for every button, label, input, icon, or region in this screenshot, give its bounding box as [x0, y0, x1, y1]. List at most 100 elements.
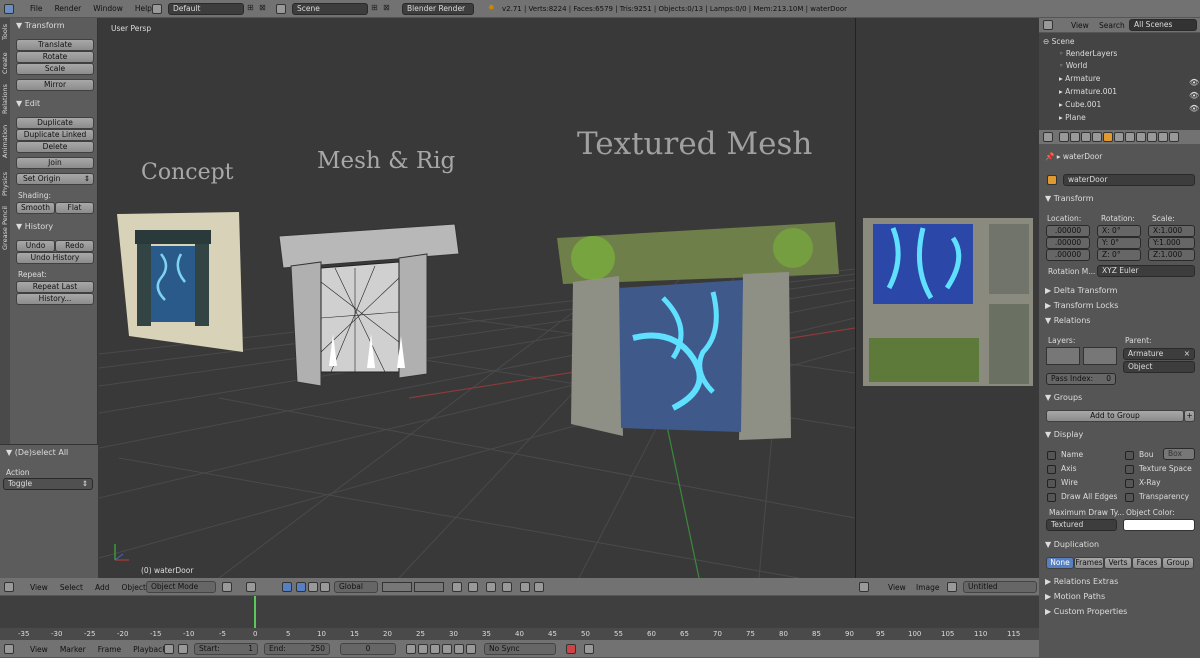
operator-header[interactable]: ▼ (De)select All [6, 448, 68, 457]
panel-transform-header[interactable]: ▼ Transform [1045, 194, 1094, 203]
layout-field[interactable]: Default [168, 3, 244, 15]
smooth-button[interactable]: Smooth [16, 202, 55, 214]
dup-none-button[interactable]: None [1046, 557, 1074, 569]
dup-faces-button[interactable]: Faces [1132, 557, 1162, 569]
duplicate-linked-button[interactable]: Duplicate Linked [16, 129, 94, 141]
panel-groups[interactable]: ▼ Groups [1045, 393, 1082, 402]
jump-end-icon[interactable] [466, 644, 476, 654]
menu-render[interactable]: Render [55, 4, 82, 13]
rotation-y-field[interactable]: Y: 0° [1097, 237, 1141, 249]
pivot-icon[interactable] [246, 582, 256, 592]
menu-window[interactable]: Window [93, 4, 123, 13]
menu-add[interactable]: Add [95, 583, 110, 592]
image-editor[interactable] [855, 18, 1039, 578]
scale-manipulator-icon[interactable] [320, 582, 330, 592]
lock-camera-icon[interactable] [452, 582, 462, 592]
rotation-z-field[interactable]: Z: 0° [1097, 249, 1141, 261]
material-tab-icon[interactable] [1147, 132, 1157, 142]
max-draw-type-select[interactable]: Textured [1046, 519, 1117, 531]
outliner-item-renderlayers[interactable]: ◦ RenderLayers [1059, 49, 1117, 58]
scale-z-field[interactable]: Z:1.000 [1148, 249, 1195, 261]
rotation-x-field[interactable]: X: 0° [1097, 225, 1141, 237]
layers-grid-2[interactable] [414, 582, 444, 592]
redo-button[interactable]: Redo [55, 240, 94, 252]
dup-group-button[interactable]: Group [1162, 557, 1194, 569]
location-y-field[interactable]: .00000 [1046, 237, 1090, 249]
outliner-item-scene[interactable]: ⊖ Scene [1043, 37, 1075, 46]
join-button[interactable]: Join [16, 157, 94, 169]
dup-verts-button[interactable]: Verts [1104, 557, 1132, 569]
texture-space-checkbox[interactable]: Texture Space [1125, 464, 1192, 474]
layers-grid-1[interactable] [382, 582, 412, 592]
panel-duplication[interactable]: ▼ Duplication [1045, 540, 1099, 549]
scale-x-field[interactable]: X:1.000 [1148, 225, 1195, 237]
scale-y-field[interactable]: Y:1.000 [1148, 237, 1195, 249]
menu-select[interactable]: Select [60, 583, 83, 592]
tab-grease-pencil[interactable]: Grease Pencil [1, 206, 9, 250]
layers-grid-b[interactable] [1083, 347, 1117, 365]
3d-viewport[interactable]: User Persp Concept Mesh & Rig Textured M… [99, 18, 855, 578]
translate-manipulator-icon[interactable] [296, 582, 306, 592]
editor-type-icon[interactable] [859, 582, 869, 592]
tab-animation[interactable]: Animation [1, 125, 9, 158]
flat-button[interactable]: Flat [55, 202, 94, 214]
undo-button[interactable]: Undo [16, 240, 55, 252]
dup-frames-button[interactable]: Frames [1074, 557, 1104, 569]
parent-type-select[interactable]: Object [1123, 361, 1195, 373]
name-checkbox[interactable]: Name [1047, 450, 1083, 460]
bounds-checkbox[interactable]: Bou [1125, 450, 1154, 460]
editor-type-icon[interactable] [4, 582, 14, 592]
outliner-tab-view[interactable]: View [1071, 21, 1089, 30]
physics-tab-icon[interactable] [1169, 132, 1179, 142]
clear-parent-icon[interactable]: × [1184, 349, 1190, 359]
panel-custom-properties[interactable]: ▶ Custom Properties [1045, 607, 1127, 616]
panel-motion-paths[interactable]: ▶ Motion Paths [1045, 592, 1105, 601]
layers-grid-a[interactable] [1046, 347, 1080, 365]
mode-select[interactable]: Object Mode [146, 581, 216, 593]
object-color-swatch[interactable] [1123, 519, 1195, 531]
tab-relations[interactable]: Relations [1, 84, 9, 114]
data-tab-icon[interactable] [1136, 132, 1146, 142]
menu-object[interactable]: Object [121, 583, 145, 592]
orientation-select[interactable]: Global [334, 581, 378, 593]
image-menu-view[interactable]: View [888, 583, 906, 592]
render-tab-icon[interactable] [1059, 132, 1069, 142]
timeline-menu-frame[interactable]: Frame [98, 645, 121, 654]
outliner-tab-search[interactable]: Search [1099, 21, 1125, 30]
editor-type-icon[interactable] [4, 644, 14, 654]
tab-tools[interactable]: Tools [1, 24, 9, 40]
panel-history-header[interactable]: ▼ History [16, 222, 53, 231]
duplicate-button[interactable]: Duplicate [16, 117, 94, 129]
parent-field[interactable]: Armature × [1123, 348, 1195, 360]
preview-range-icon[interactable] [164, 644, 174, 654]
transparency-checkbox[interactable]: Transparency [1125, 492, 1189, 502]
image-menu-image[interactable]: Image [916, 583, 940, 592]
object-tab-icon[interactable] [1103, 132, 1113, 142]
panel-transform-header[interactable]: ▼ Transform [16, 21, 65, 30]
jump-prev-keyframe-icon[interactable] [418, 644, 428, 654]
wire-checkbox[interactable]: Wire [1047, 478, 1078, 488]
current-frame-marker[interactable] [254, 596, 256, 628]
action-select[interactable]: Toggle ⇕ [3, 478, 93, 490]
render-layers-tab-icon[interactable] [1070, 132, 1080, 142]
scene-icon[interactable] [276, 4, 286, 14]
draw-all-edges-checkbox[interactable]: Draw All Edges [1047, 492, 1117, 502]
pass-index-field[interactable]: Pass Index: 0 [1046, 373, 1116, 385]
timeline-menu-marker[interactable]: Marker [60, 645, 86, 654]
xray-checkbox[interactable]: X-Ray [1125, 478, 1161, 488]
panel-delta-transform[interactable]: ▶ Delta Transform [1045, 286, 1117, 295]
proportional-edit-icon[interactable] [468, 582, 478, 592]
snap-icon[interactable] [486, 582, 496, 592]
rotation-mode-select[interactable]: XYZ Euler [1097, 265, 1195, 277]
outliner-item-armature-001[interactable]: ▸ Armature.001 [1059, 87, 1117, 96]
tab-create[interactable]: Create [1, 52, 9, 74]
world-tab-icon[interactable] [1092, 132, 1102, 142]
translate-button[interactable]: Translate [16, 39, 94, 51]
texture-tab-icon[interactable] [1158, 132, 1168, 142]
mirror-button[interactable]: Mirror [16, 79, 94, 91]
record-icon[interactable] [566, 644, 576, 654]
scene-field[interactable]: Scene [292, 3, 368, 15]
object-name-field[interactable]: waterDoor [1063, 174, 1195, 186]
outliner-item-plane[interactable]: ▸ Plane [1059, 113, 1086, 122]
location-z-field[interactable]: .00000 [1046, 249, 1090, 261]
